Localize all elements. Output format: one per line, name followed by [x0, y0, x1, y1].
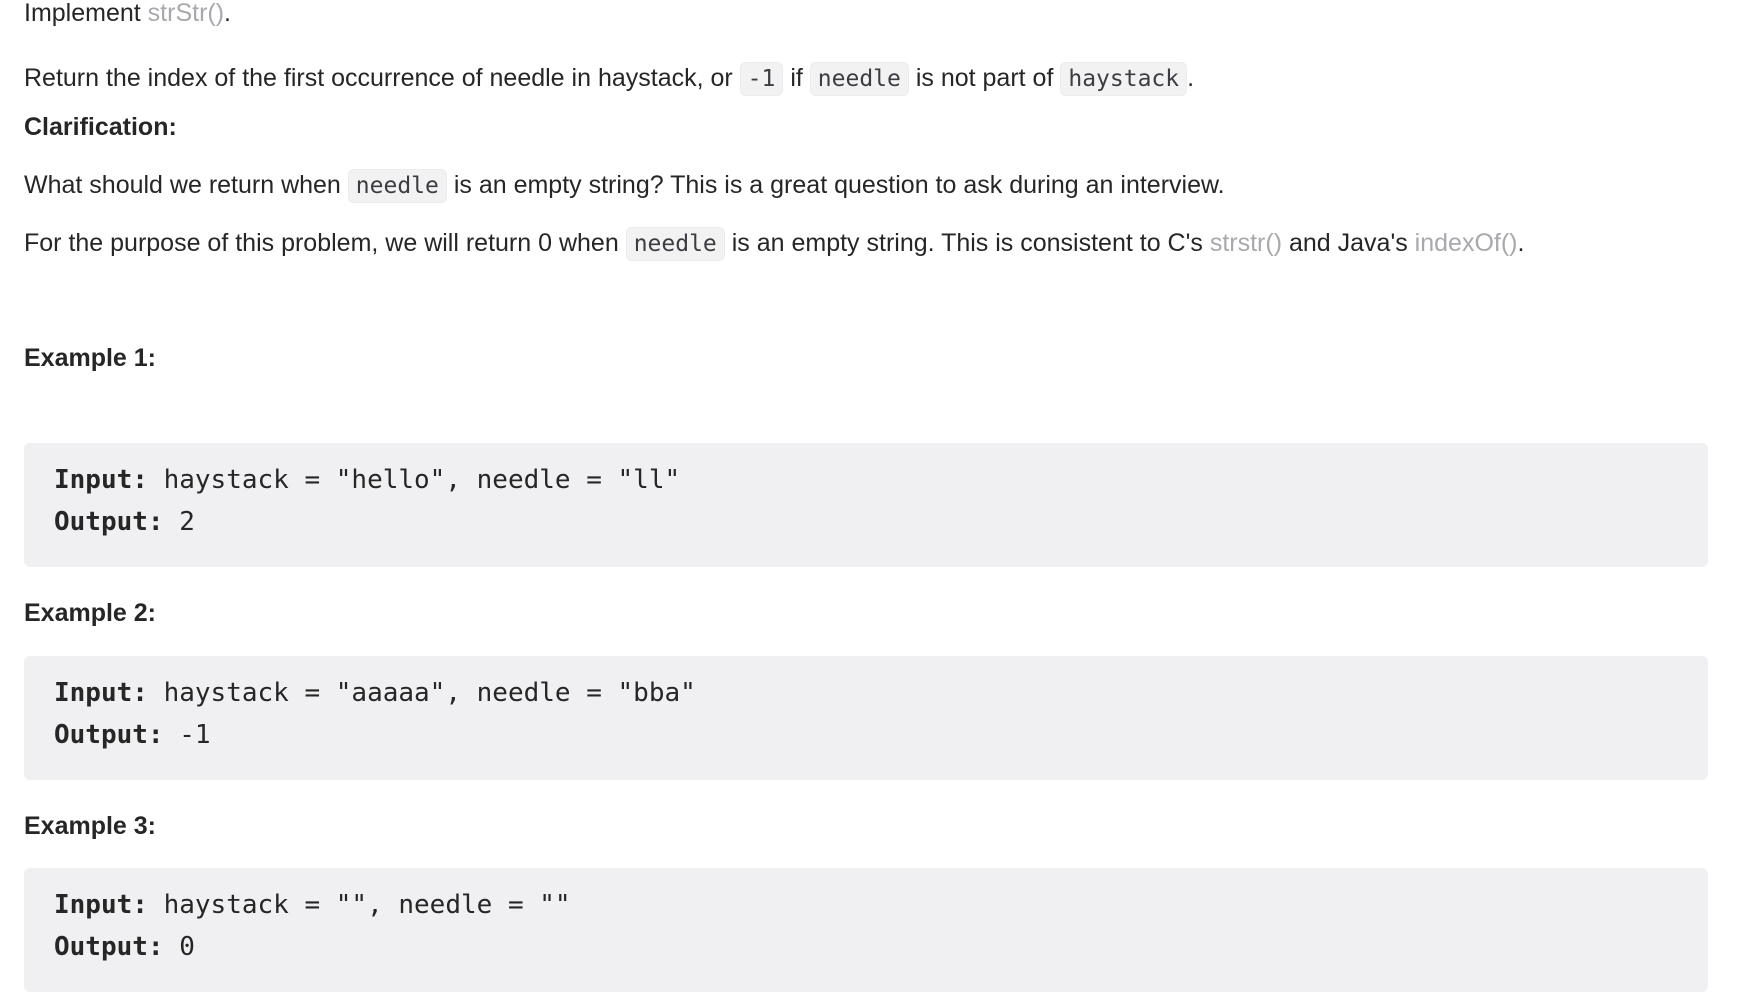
example-1-output-row: Output: 2 [54, 505, 195, 539]
output-value: 0 [163, 932, 195, 962]
c-strstr-link[interactable]: strstr() [1210, 229, 1282, 257]
output-label: Output: [54, 932, 164, 962]
code-minus-one: -1 [739, 62, 784, 96]
intro-text: Implement [24, 0, 148, 27]
question-text-prefix: What should we return when [24, 171, 348, 199]
task-text-4: . [1187, 64, 1195, 92]
example-1-code-block: Input: haystack = "hello", needle = "ll"… [24, 443, 1708, 567]
task-text-1: Return the index of the first occurrence… [24, 64, 740, 92]
input-value: haystack = "aaaaa", needle = "bba" [147, 678, 696, 708]
example-1-heading: Example 1: [24, 344, 157, 372]
input-label: Input: [54, 678, 148, 708]
output-value: -1 [163, 720, 211, 750]
answer-text-middle: is an empty string. This is consistent t… [724, 229, 1210, 257]
example-2-input-row: Input: haystack = "aaaaa", needle = "bba… [54, 676, 696, 710]
code-needle-answer: needle [625, 227, 725, 261]
output-label: Output: [54, 507, 164, 537]
answer-text-prefix: For the purpose of this problem, we will… [24, 229, 626, 257]
task-text-2: if [783, 64, 810, 92]
example-2-heading: Example 2: [24, 599, 157, 627]
task-description: Return the index of the first occurrence… [24, 61, 1194, 96]
output-value: 2 [163, 507, 195, 537]
intro-line: Implement strStr(). [24, 0, 231, 30]
input-value: haystack = "", needle = "" [147, 890, 571, 920]
example-2-code-block: Input: haystack = "aaaaa", needle = "bba… [24, 656, 1708, 780]
task-text-3: is not part of [908, 64, 1061, 92]
code-needle-question: needle [347, 169, 447, 203]
example-2-output-row: Output: -1 [54, 718, 211, 752]
example-3-heading: Example 3: [24, 812, 157, 840]
java-indexof-link[interactable]: indexOf() [1415, 229, 1518, 257]
clarification-answer: For the purpose of this problem, we will… [24, 226, 1524, 261]
example-3-input-row: Input: haystack = "", needle = "" [54, 888, 571, 922]
answer-text-suffix: . [1517, 229, 1525, 257]
answer-text-and: and Java's [1282, 229, 1415, 257]
example-1-input-row: Input: haystack = "hello", needle = "ll" [54, 463, 680, 497]
intro-period: . [224, 0, 231, 27]
clarification-question: What should we return when needle is an … [24, 168, 1225, 203]
input-value: haystack = "hello", needle = "ll" [147, 465, 681, 495]
example-3-code-block: Input: haystack = "", needle = "" Output… [24, 868, 1708, 992]
output-label: Output: [54, 720, 164, 750]
strstr-link[interactable]: strStr() [148, 0, 224, 27]
code-needle: needle [809, 62, 909, 96]
example-3-output-row: Output: 0 [54, 930, 195, 964]
input-label: Input: [54, 465, 148, 495]
input-label: Input: [54, 890, 148, 920]
code-haystack: haystack [1060, 62, 1188, 96]
clarification-heading: Clarification: [24, 113, 177, 141]
question-text-suffix: is an empty string? This is a great ques… [446, 171, 1225, 199]
